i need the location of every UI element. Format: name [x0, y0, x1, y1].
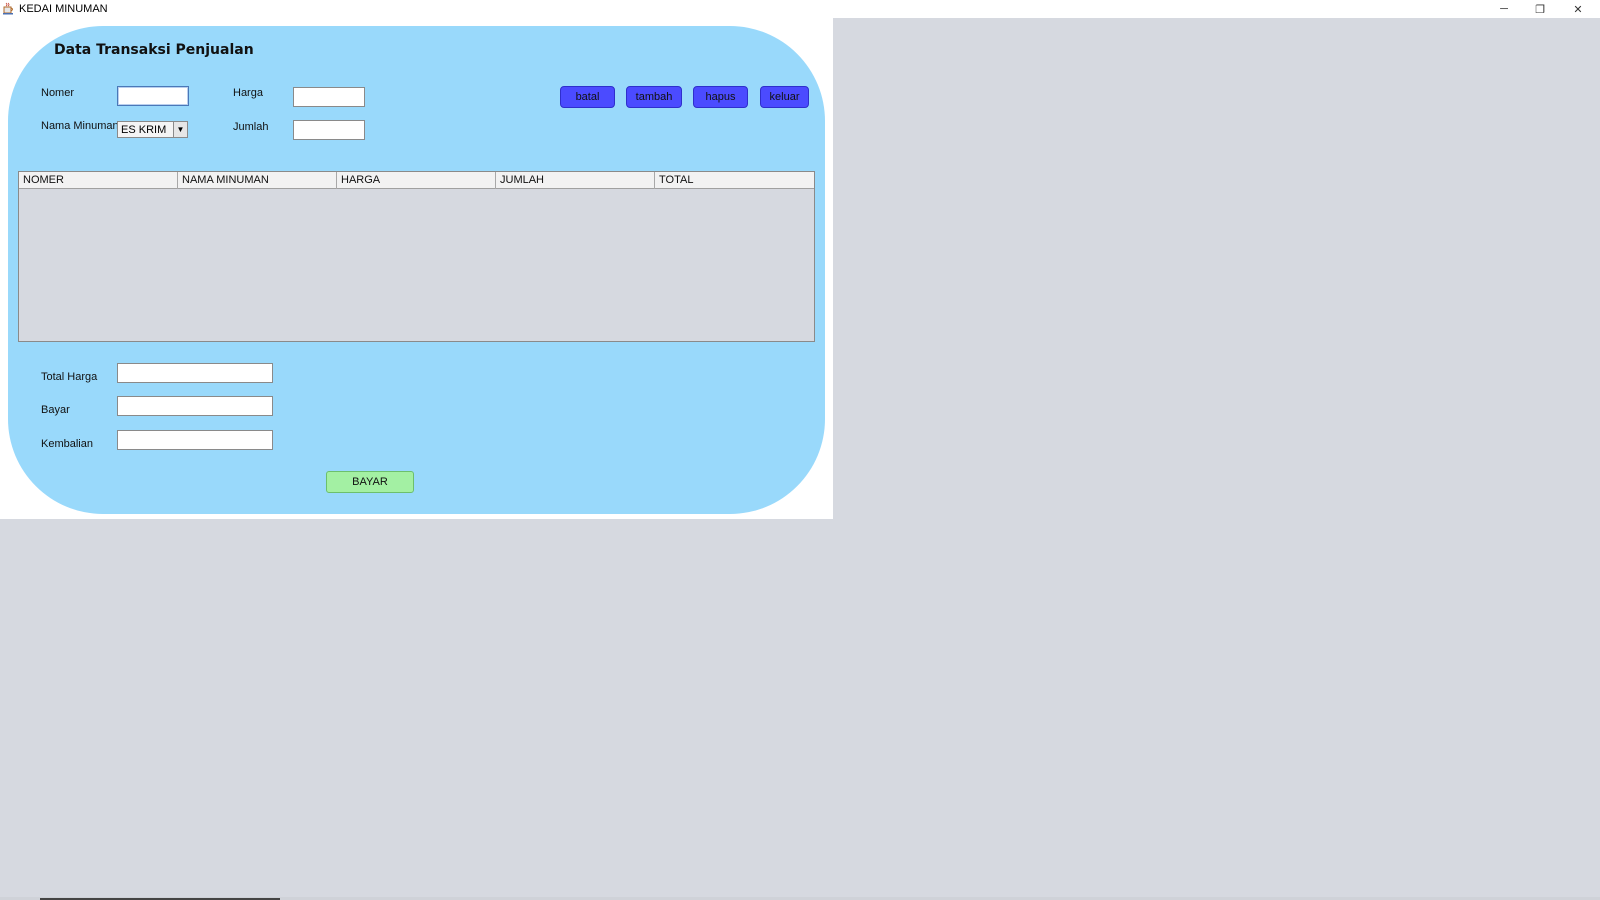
column-header-nomer[interactable]: NOMER	[19, 172, 178, 189]
transaction-table[interactable]: NOMER NAMA MINUMAN HARGA JUMLAH TOTAL	[18, 171, 815, 342]
title-bar: KEDAI MINUMAN ─ ❐ ✕	[0, 0, 1600, 18]
window-title: KEDAI MINUMAN	[19, 3, 108, 15]
column-header-harga[interactable]: HARGA	[337, 172, 496, 189]
total-harga-input[interactable]	[117, 363, 273, 383]
tambah-button[interactable]: tambah	[626, 86, 682, 108]
maximize-button[interactable]: ❐	[1522, 0, 1558, 18]
bayar-label: Bayar	[41, 404, 70, 416]
main-panel: Data Transaksi Penjualan Nomer Harga Nam…	[8, 26, 825, 514]
kembalian-label: Kembalian	[41, 438, 93, 450]
table-header: NOMER NAMA MINUMAN HARGA JUMLAH TOTAL	[19, 172, 814, 189]
batal-button[interactable]: batal	[560, 86, 615, 108]
kembalian-input[interactable]	[117, 430, 273, 450]
combo-selected-value: ES KRIM	[121, 124, 167, 136]
bayar-button[interactable]: BAYAR	[326, 471, 414, 493]
harga-label: Harga	[233, 87, 263, 99]
nomer-label: Nomer	[41, 87, 75, 99]
jumlah-input[interactable]	[293, 120, 365, 140]
column-header-nama-minuman[interactable]: NAMA MINUMAN	[178, 172, 337, 189]
minimize-button[interactable]: ─	[1486, 0, 1522, 18]
app-frame: Data Transaksi Penjualan Nomer Harga Nam…	[0, 18, 833, 519]
jumlah-label: Jumlah	[233, 121, 269, 133]
java-cup-icon	[2, 2, 15, 15]
total-harga-label: Total Harga	[41, 371, 98, 383]
harga-input[interactable]	[293, 87, 365, 107]
close-button[interactable]: ✕	[1560, 0, 1596, 18]
bayar-input[interactable]	[117, 396, 273, 416]
column-header-jumlah[interactable]: JUMLAH	[496, 172, 655, 189]
hapus-button[interactable]: hapus	[693, 86, 748, 108]
keluar-button[interactable]: keluar	[760, 86, 809, 108]
dropdown-arrow-icon[interactable]: ▼	[173, 122, 187, 137]
column-header-total[interactable]: TOTAL	[655, 172, 814, 189]
page-title: Data Transaksi Penjualan	[54, 42, 254, 58]
nama-minuman-combo[interactable]: ES KRIM ▼	[117, 121, 188, 138]
nama-minuman-label: Nama Minuman	[41, 120, 119, 132]
nomer-input[interactable]	[117, 86, 189, 106]
